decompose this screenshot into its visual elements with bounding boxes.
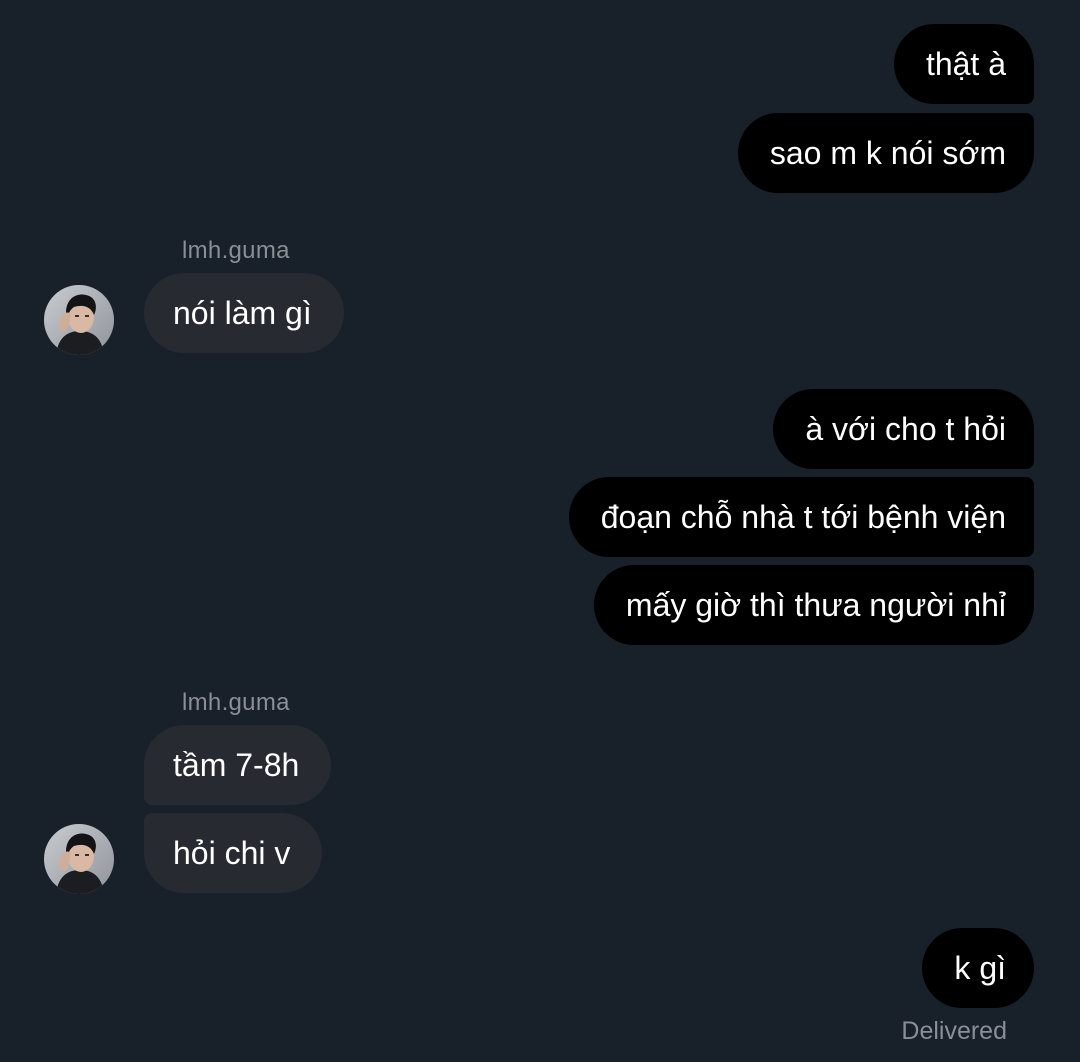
outgoing-message-bubble[interactable]: đoạn chỗ nhà t tới bệnh viện [568, 477, 1034, 557]
incoming-message-bubble[interactable]: nói làm gì [144, 273, 344, 353]
message-text: nói làm gì [173, 295, 312, 331]
outgoing-message-bubble[interactable]: k gì [922, 928, 1034, 1008]
incoming-message-bubble[interactable]: tầm 7-8h [144, 725, 332, 805]
message-text: mấy giờ thì thưa người nhỉ [625, 587, 1006, 623]
message-text: k gì [954, 950, 1006, 986]
profile-photo-avatar-icon [44, 824, 114, 894]
message-text: tầm 7-8h [173, 747, 300, 783]
profile-photo-avatar-icon [44, 285, 114, 355]
message-text: sao m k nói sớm [769, 135, 1006, 171]
message-text: hỏi chi v [173, 835, 291, 871]
avatar[interactable] [44, 285, 114, 355]
message-text: à với cho t hỏi [805, 411, 1006, 447]
outgoing-message-bubble[interactable]: sao m k nói sớm [737, 113, 1034, 193]
message-text: đoạn chỗ nhà t tới bệnh viện [600, 499, 1006, 535]
outgoing-message-bubble[interactable]: à với cho t hỏi [773, 389, 1034, 469]
incoming-message-bubble[interactable]: hỏi chi v [144, 813, 323, 893]
outgoing-message-bubble[interactable]: thật à [893, 24, 1034, 104]
sender-name: lmh.guma [182, 237, 290, 264]
delivery-status: Delivered [901, 1017, 1007, 1045]
message-text: thật à [925, 46, 1006, 82]
message-thread: thật à sao m k nói sớm lmh.guma nói làm … [0, 0, 1080, 1062]
avatar[interactable] [44, 824, 114, 894]
outgoing-message-bubble[interactable]: mấy giờ thì thưa người nhỉ [593, 565, 1034, 645]
sender-name: lmh.guma [182, 689, 290, 716]
